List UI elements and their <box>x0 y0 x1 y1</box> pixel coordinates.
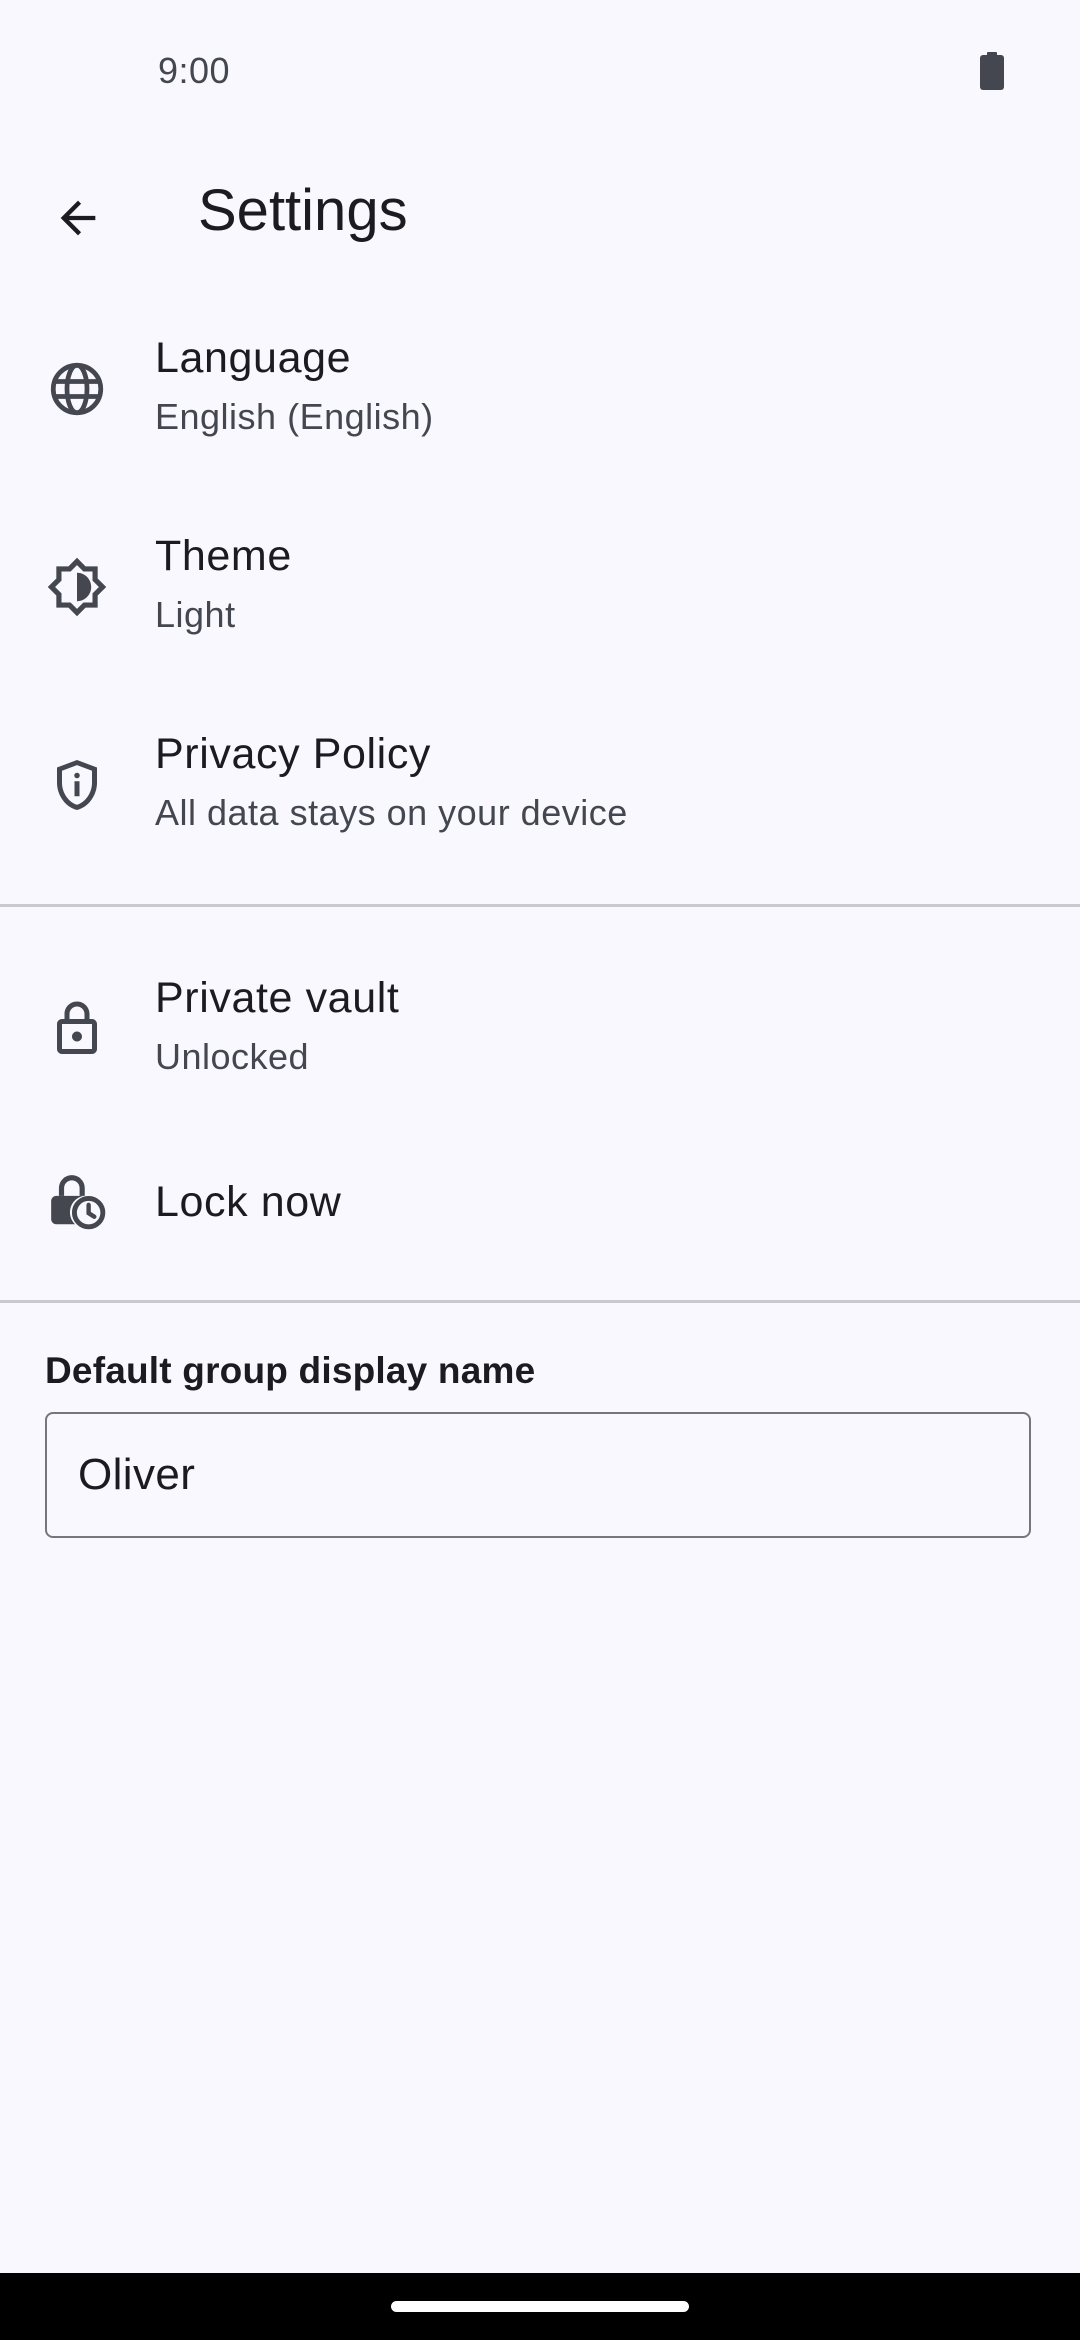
arrow-back-icon <box>52 192 104 244</box>
group-name-input[interactable] <box>45 1412 1031 1538</box>
page-title: Settings <box>198 178 408 243</box>
settings-item-subtitle: All data stays on your device <box>155 792 628 833</box>
app-bar: Settings <box>0 160 1080 260</box>
settings-item-title: Theme <box>155 532 292 580</box>
settings-item-title: Private vault <box>155 974 400 1022</box>
settings-item-language[interactable]: Language English (English) <box>0 320 1080 458</box>
settings-item-subtitle: Unlocked <box>155 1036 310 1077</box>
settings-item-title: Lock now <box>155 1178 342 1226</box>
status-time: 9:00 <box>158 50 231 91</box>
settings-item-title: Privacy Policy <box>155 730 432 778</box>
settings-item-title: Language <box>155 334 352 382</box>
navigation-bar <box>0 2273 1080 2340</box>
brightness-theme-icon <box>46 556 108 618</box>
section-divider <box>0 1300 1080 1303</box>
settings-item-private-vault[interactable]: Private vault Unlocked <box>0 960 1080 1098</box>
settings-item-subtitle: Light <box>155 594 236 635</box>
status-bar: 9:00 <box>0 0 1080 140</box>
globe-icon <box>46 358 108 420</box>
group-name-label: Default group display name <box>45 1350 536 1391</box>
settings-item-privacy-policy[interactable]: Privacy Policy All data stays on your de… <box>0 716 1080 854</box>
battery-icon <box>978 52 1006 90</box>
shield-icon <box>46 754 108 816</box>
back-button[interactable] <box>30 170 126 266</box>
lock-icon <box>46 998 108 1060</box>
lock-clock-icon <box>46 1170 108 1232</box>
settings-item-subtitle: English (English) <box>155 396 434 437</box>
home-indicator[interactable] <box>391 2301 689 2312</box>
section-divider <box>0 904 1080 907</box>
settings-item-theme[interactable]: Theme Light <box>0 518 1080 656</box>
settings-item-lock-now[interactable]: Lock now <box>0 1158 1080 1246</box>
